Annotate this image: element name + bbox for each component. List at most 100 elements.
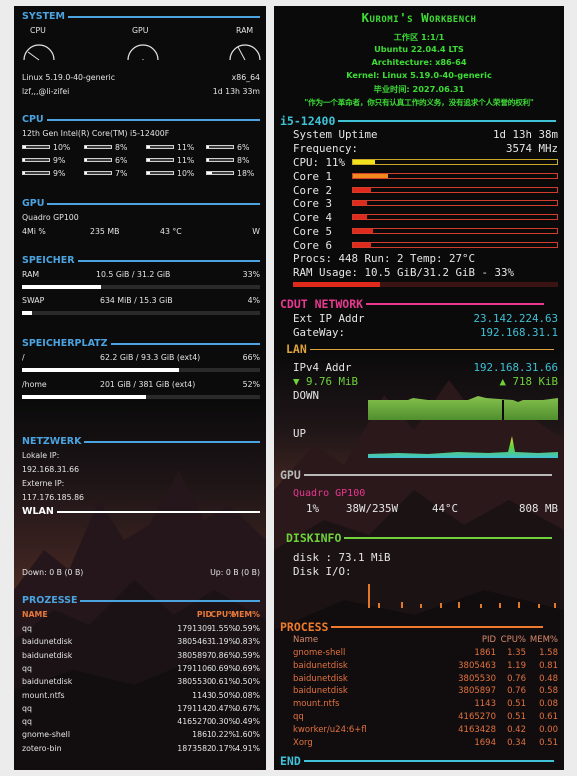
upload-rate: ▲ 718 KiB bbox=[499, 375, 558, 388]
process-name: zotero-bin bbox=[22, 743, 62, 753]
ipv4-label: IPv4 Addr bbox=[293, 361, 352, 374]
cpu-core-label: Core 2 bbox=[293, 183, 333, 197]
process-name: qq bbox=[22, 663, 32, 673]
gpu-memory: 808 MB bbox=[518, 502, 558, 515]
architecture: x86_64 bbox=[231, 73, 260, 82]
cpu-core-fill bbox=[207, 159, 210, 161]
section-title: SYSTEM bbox=[22, 11, 65, 22]
section-title: PROZESSE bbox=[22, 595, 78, 606]
process-mem: 4.91% bbox=[235, 743, 260, 753]
download-graph-label: DOWN bbox=[293, 389, 320, 402]
process-cpu: 0.51 bbox=[507, 699, 526, 710]
process-mem: 0.61 bbox=[539, 712, 558, 722]
gpu-power: 38W/235W bbox=[346, 502, 399, 515]
process-name: qq bbox=[293, 712, 304, 722]
cpu-core-bar bbox=[352, 227, 558, 234]
swap-label: SWAP bbox=[22, 296, 45, 305]
gpu-name: Quadro GP100 bbox=[293, 488, 366, 499]
section-title: CDUT NETWORK bbox=[280, 297, 364, 311]
section-process: PROCESS bbox=[280, 620, 544, 634]
section-divider bbox=[303, 474, 552, 476]
section-title: DISKINFO bbox=[286, 531, 342, 545]
local-ip-value: 192.168.31.66 bbox=[22, 465, 80, 474]
cpu-core-label: Core 4 bbox=[293, 211, 333, 225]
ipv4-value: 192.168.31.66 bbox=[473, 361, 558, 374]
gateway-value: 192.168.31.1 bbox=[479, 326, 558, 339]
section-title: SPEICHERPLATZ bbox=[22, 338, 108, 349]
section-gpu: GPU bbox=[280, 468, 552, 482]
process-mem: 0.81 bbox=[539, 660, 558, 671]
cpu-core-fill bbox=[207, 172, 212, 174]
root-mount-label: / bbox=[22, 353, 25, 362]
cpu-core-bar bbox=[352, 173, 558, 179]
section-divider bbox=[77, 259, 260, 262]
process-name: gnome-shell bbox=[22, 730, 70, 740]
process-mem-header: MEM% bbox=[231, 610, 260, 619]
process-name: baidunetdisk bbox=[293, 673, 348, 684]
cpu-core-percent: 11% bbox=[177, 143, 195, 152]
disk-io-label: Disk I/O: bbox=[293, 565, 352, 578]
process-mem: 0.69% bbox=[235, 663, 260, 673]
external-ip-label: Ext IP Addr bbox=[293, 312, 365, 325]
process-mem: 1.58 bbox=[539, 648, 558, 658]
section-divider bbox=[344, 537, 553, 539]
section-divider bbox=[309, 348, 554, 350]
process-pid: 3805530 bbox=[458, 673, 496, 684]
root-usage-fill bbox=[22, 368, 180, 372]
left-conky-panel: SYSTEM CPU GPU RAM Linux 5.19.0-40-gener… bbox=[14, 6, 266, 770]
section-title: PROCESS bbox=[280, 620, 329, 634]
section-network: CDUT NETWORK bbox=[280, 297, 545, 311]
section-divider bbox=[68, 15, 260, 18]
cpu-core-bar bbox=[206, 171, 234, 175]
cpu-core-bar bbox=[206, 145, 234, 149]
gpu-memory: 235 MB bbox=[90, 227, 120, 236]
section-title: GPU bbox=[280, 468, 301, 482]
process-name: mount.ntfs bbox=[293, 699, 340, 710]
download-rate: ▼ 9.76 MiB bbox=[293, 375, 359, 388]
section-system: SYSTEM bbox=[22, 11, 260, 22]
process-mem: 0.83% bbox=[235, 637, 260, 647]
cpu-core-fill bbox=[353, 187, 372, 192]
upload-graph-label: UP bbox=[293, 427, 307, 440]
cpu-core-label: Core 1 bbox=[293, 170, 333, 183]
cpu-total-label: CPU: 11% bbox=[293, 156, 346, 169]
section-title: CPU bbox=[22, 114, 44, 125]
gpu-utilization: 1% bbox=[306, 502, 320, 515]
section-title: NETZWERK bbox=[22, 436, 82, 447]
right-conky-panel: Kuromi's Workbench 工作区 1:1/1 Ubuntu 22.0… bbox=[274, 6, 564, 770]
process-mem: 0.58 bbox=[539, 686, 558, 697]
gpu-utilization: 4Mi % bbox=[22, 227, 46, 236]
workbench-title: Kuromi's Workbench bbox=[361, 10, 477, 25]
home-usage-bar bbox=[22, 395, 260, 399]
ram-usage-bar bbox=[22, 285, 260, 289]
process-cpu: 1.19 bbox=[507, 660, 526, 671]
section-lan: LAN bbox=[286, 342, 554, 356]
cpu-core-fill bbox=[353, 174, 388, 178]
process-pid: 1694 bbox=[474, 737, 496, 748]
process-pid-header: PID bbox=[481, 635, 496, 645]
process-mem: 0.67% bbox=[235, 703, 260, 713]
section-wlan: WLAN bbox=[22, 506, 260, 517]
ram-usage-bar bbox=[293, 282, 558, 287]
swap-percent: 4% bbox=[247, 296, 260, 305]
process-pid: 1143 bbox=[474, 699, 496, 710]
gateway-label: GateWay: bbox=[293, 326, 346, 339]
external-ip-value: 23.142.224.63 bbox=[473, 312, 558, 325]
process-mem-header: MEM% bbox=[529, 635, 558, 645]
process-mem: 0.49% bbox=[235, 717, 260, 727]
cpu-core-bar bbox=[206, 158, 234, 162]
section-title: GPU bbox=[22, 198, 45, 209]
cpu-core-percent: 6% bbox=[237, 143, 250, 152]
cpu-core-fill bbox=[147, 159, 150, 161]
user-host: lzf,,,@li-zifei bbox=[22, 87, 70, 96]
process-pid: 1861 bbox=[474, 648, 496, 658]
process-cpu: 0.34 bbox=[507, 737, 526, 748]
cpu-gauge-label: CPU bbox=[30, 26, 46, 35]
ram-usage-fill bbox=[293, 282, 381, 287]
uptime-value: 1d 13h 38m bbox=[492, 128, 558, 141]
upload-graph bbox=[368, 436, 558, 458]
local-ip-label: Lokale IP: bbox=[22, 451, 60, 460]
section-memory: SPEICHER bbox=[22, 255, 260, 266]
ram-value: 10.5 GiB / 31.2 GiB bbox=[96, 270, 171, 279]
process-mem: 0.59% bbox=[235, 650, 260, 660]
